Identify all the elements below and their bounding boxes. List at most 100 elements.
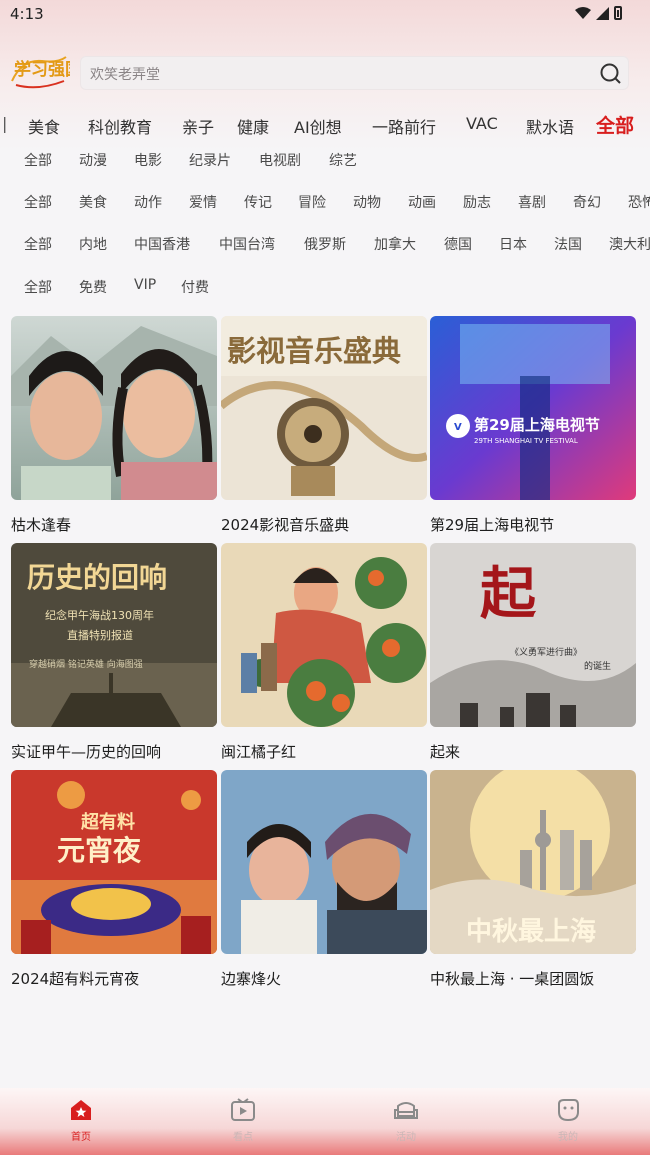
- filter-region-australia[interactable]: 澳大利: [609, 234, 650, 254]
- filter-type-all[interactable]: 全部: [24, 150, 52, 170]
- poster-subtitle: 直播特别报道: [67, 628, 133, 642]
- video-title[interactable]: 起来: [430, 741, 636, 762]
- nav-home-label: 首页: [71, 1132, 91, 1143]
- video-card[interactable]: 枯木逢春: [11, 316, 217, 535]
- tab-ai-ideas[interactable]: AI创想: [294, 114, 342, 138]
- tab-all[interactable]: 全部: [596, 111, 634, 138]
- filter-fee-all[interactable]: 全部: [24, 277, 52, 297]
- battery-icon: [614, 6, 622, 20]
- filter-region-taiwan[interactable]: 中国台湾: [219, 234, 275, 254]
- filter-row-fee: 全部 免费 VIP 付费: [0, 277, 650, 301]
- video-thumbnail[interactable]: [221, 770, 427, 954]
- video-play-icon: [231, 1098, 255, 1121]
- filter-fee-free[interactable]: 免费: [79, 277, 107, 297]
- filter-region-france[interactable]: 法国: [554, 234, 582, 254]
- poster-music-gala: 影视音乐盛典: [221, 316, 427, 500]
- sofa-icon: [394, 1102, 418, 1119]
- search-input[interactable]: 欢笑老弄堂: [80, 56, 629, 90]
- nav-activity[interactable]: 活动: [366, 1096, 446, 1143]
- filter-type-tv-series[interactable]: 电视剧: [259, 150, 301, 170]
- filter-fee-paid[interactable]: 付费: [181, 277, 209, 297]
- filter-type-movie[interactable]: 电影: [134, 150, 162, 170]
- filter-fee-vip[interactable]: VIP: [134, 277, 156, 293]
- video-thumbnail[interactable]: 超有料 元宵夜: [11, 770, 217, 954]
- filter-type-anime[interactable]: 动漫: [79, 150, 107, 170]
- video-title[interactable]: 闽江橘子红: [221, 741, 427, 762]
- poster-mid-autumn: 中秋最上海: [430, 770, 636, 954]
- video-title[interactable]: 中秋最上海 · 一桌团圆饭: [430, 968, 636, 989]
- poster-rise-up: 起 《义勇军进行曲》 的诞生: [430, 543, 636, 727]
- video-thumbnail[interactable]: 历史的回响 纪念甲午海战130周年 直播特别报道 穿越硝烟 铭记英雄 向海图强: [11, 543, 217, 727]
- nav-profile[interactable]: 我的: [528, 1096, 608, 1143]
- filter-genre-horror[interactable]: 恐怖: [628, 192, 650, 212]
- video-card[interactable]: V 第29届上海电视节 29TH SHANGHAI TV FESTIVAL 第2…: [430, 316, 636, 535]
- video-title[interactable]: 边寨烽火: [221, 968, 427, 989]
- video-title[interactable]: 2024超有料元宵夜: [11, 968, 217, 989]
- search-placeholder: 欢笑老弄堂: [90, 67, 160, 83]
- filter-genre-action[interactable]: 动作: [134, 192, 162, 212]
- poster-two-women: [11, 316, 217, 500]
- video-card[interactable]: 影视音乐盛典 2024影视音乐盛典: [221, 316, 427, 535]
- video-title[interactable]: 第29届上海电视节: [430, 514, 636, 535]
- video-title[interactable]: 实证甲午—历史的回响: [11, 741, 217, 762]
- filter-region-canada[interactable]: 加拿大: [374, 234, 416, 254]
- video-thumbnail[interactable]: V 第29届上海电视节 29TH SHANGHAI TV FESTIVAL: [430, 316, 636, 500]
- tab-sign-language[interactable]: 默水语: [526, 114, 574, 138]
- app-logo[interactable]: 学习强国: [8, 51, 70, 93]
- filter-type-documentary[interactable]: 纪录片: [189, 150, 231, 170]
- filter-region-germany[interactable]: 德国: [444, 234, 472, 254]
- video-thumbnail[interactable]: [11, 316, 217, 500]
- video-card[interactable]: 边寨烽火: [221, 770, 427, 989]
- tab-parenting[interactable]: 亲子: [182, 114, 214, 138]
- poster-title: 第29届上海电视节: [474, 416, 600, 434]
- filter-genre-all[interactable]: 全部: [24, 192, 52, 212]
- filter-row-type: 全部 动漫 电影 纪录片 电视剧 综艺: [0, 150, 650, 174]
- nav-profile-label: 我的: [558, 1132, 578, 1143]
- poster-title: 影视音乐盛典: [227, 334, 401, 368]
- poster-subtitle: 的诞生: [584, 660, 611, 672]
- tab-health[interactable]: 健康: [237, 114, 269, 138]
- video-card[interactable]: 中秋最上海 中秋最上海 · 一桌团圆饭: [430, 770, 636, 989]
- video-card[interactable]: 超有料 元宵夜 2024超有料元宵夜: [11, 770, 217, 989]
- video-card[interactable]: 历史的回响 纪念甲午海战130周年 直播特别报道 穿越硝烟 铭记英雄 向海图强 …: [11, 543, 217, 762]
- tab-science-education[interactable]: 科创教育: [88, 114, 152, 138]
- filter-genre-comedy[interactable]: 喜剧: [518, 192, 546, 212]
- status-bar: 4:13: [0, 0, 650, 28]
- video-card[interactable]: 起 《义勇军进行曲》 的诞生 起来: [430, 543, 636, 762]
- search-icon[interactable]: [599, 62, 623, 86]
- category-tabs: | 美食 科创教育 亲子 健康 AI创想 一路前行 VAC 默水语 全部: [0, 110, 650, 140]
- poster-tagline: 穿越硝烟 铭记英雄 向海图强: [29, 658, 143, 670]
- filter-region-mainland[interactable]: 内地: [79, 234, 107, 254]
- filter-row-region: 全部 内地 中国香港 中国台湾 俄罗斯 加拿大 德国 日本 法国 澳大利: [0, 234, 650, 258]
- filter-genre-adventure[interactable]: 冒险: [298, 192, 326, 212]
- video-title[interactable]: 枯木逢春: [11, 514, 217, 535]
- filter-genre-biography[interactable]: 传记: [244, 192, 272, 212]
- poster-title: 起: [480, 561, 537, 627]
- filter-genre-animal[interactable]: 动物: [353, 192, 381, 212]
- nav-watch[interactable]: 看点: [203, 1096, 283, 1143]
- filter-genre-food[interactable]: 美食: [79, 192, 107, 212]
- filter-region-hong-kong[interactable]: 中国香港: [134, 234, 190, 254]
- filter-region-russia[interactable]: 俄罗斯: [304, 234, 346, 254]
- logo-text: 学习强国: [14, 59, 70, 80]
- video-title[interactable]: 2024影视音乐盛典: [221, 514, 427, 535]
- filter-type-variety[interactable]: 综艺: [329, 150, 357, 170]
- filter-region-japan[interactable]: 日本: [499, 234, 527, 254]
- filter-genre-animation[interactable]: 动画: [408, 192, 436, 212]
- filter-region-all[interactable]: 全部: [24, 234, 52, 254]
- tab-moving-forward[interactable]: 一路前行: [372, 114, 436, 138]
- video-card[interactable]: 闽江橘子红: [221, 543, 427, 762]
- tab-food[interactable]: 美食: [28, 114, 60, 138]
- filter-genre-fantasy[interactable]: 奇幻: [573, 192, 601, 212]
- wifi-icon: [575, 7, 591, 19]
- poster-title: 中秋最上海: [466, 917, 596, 947]
- video-thumbnail[interactable]: 中秋最上海: [430, 770, 636, 954]
- video-thumbnail[interactable]: 起 《义勇军进行曲》 的诞生: [430, 543, 636, 727]
- poster-logo-mark: V: [454, 422, 462, 433]
- filter-genre-romance[interactable]: 爱情: [189, 192, 217, 212]
- nav-home[interactable]: 首页: [41, 1096, 121, 1143]
- filter-genre-inspirational[interactable]: 励志: [463, 192, 491, 212]
- video-thumbnail[interactable]: [221, 543, 427, 727]
- tab-vac[interactable]: VAC: [466, 114, 498, 133]
- video-thumbnail[interactable]: 影视音乐盛典: [221, 316, 427, 500]
